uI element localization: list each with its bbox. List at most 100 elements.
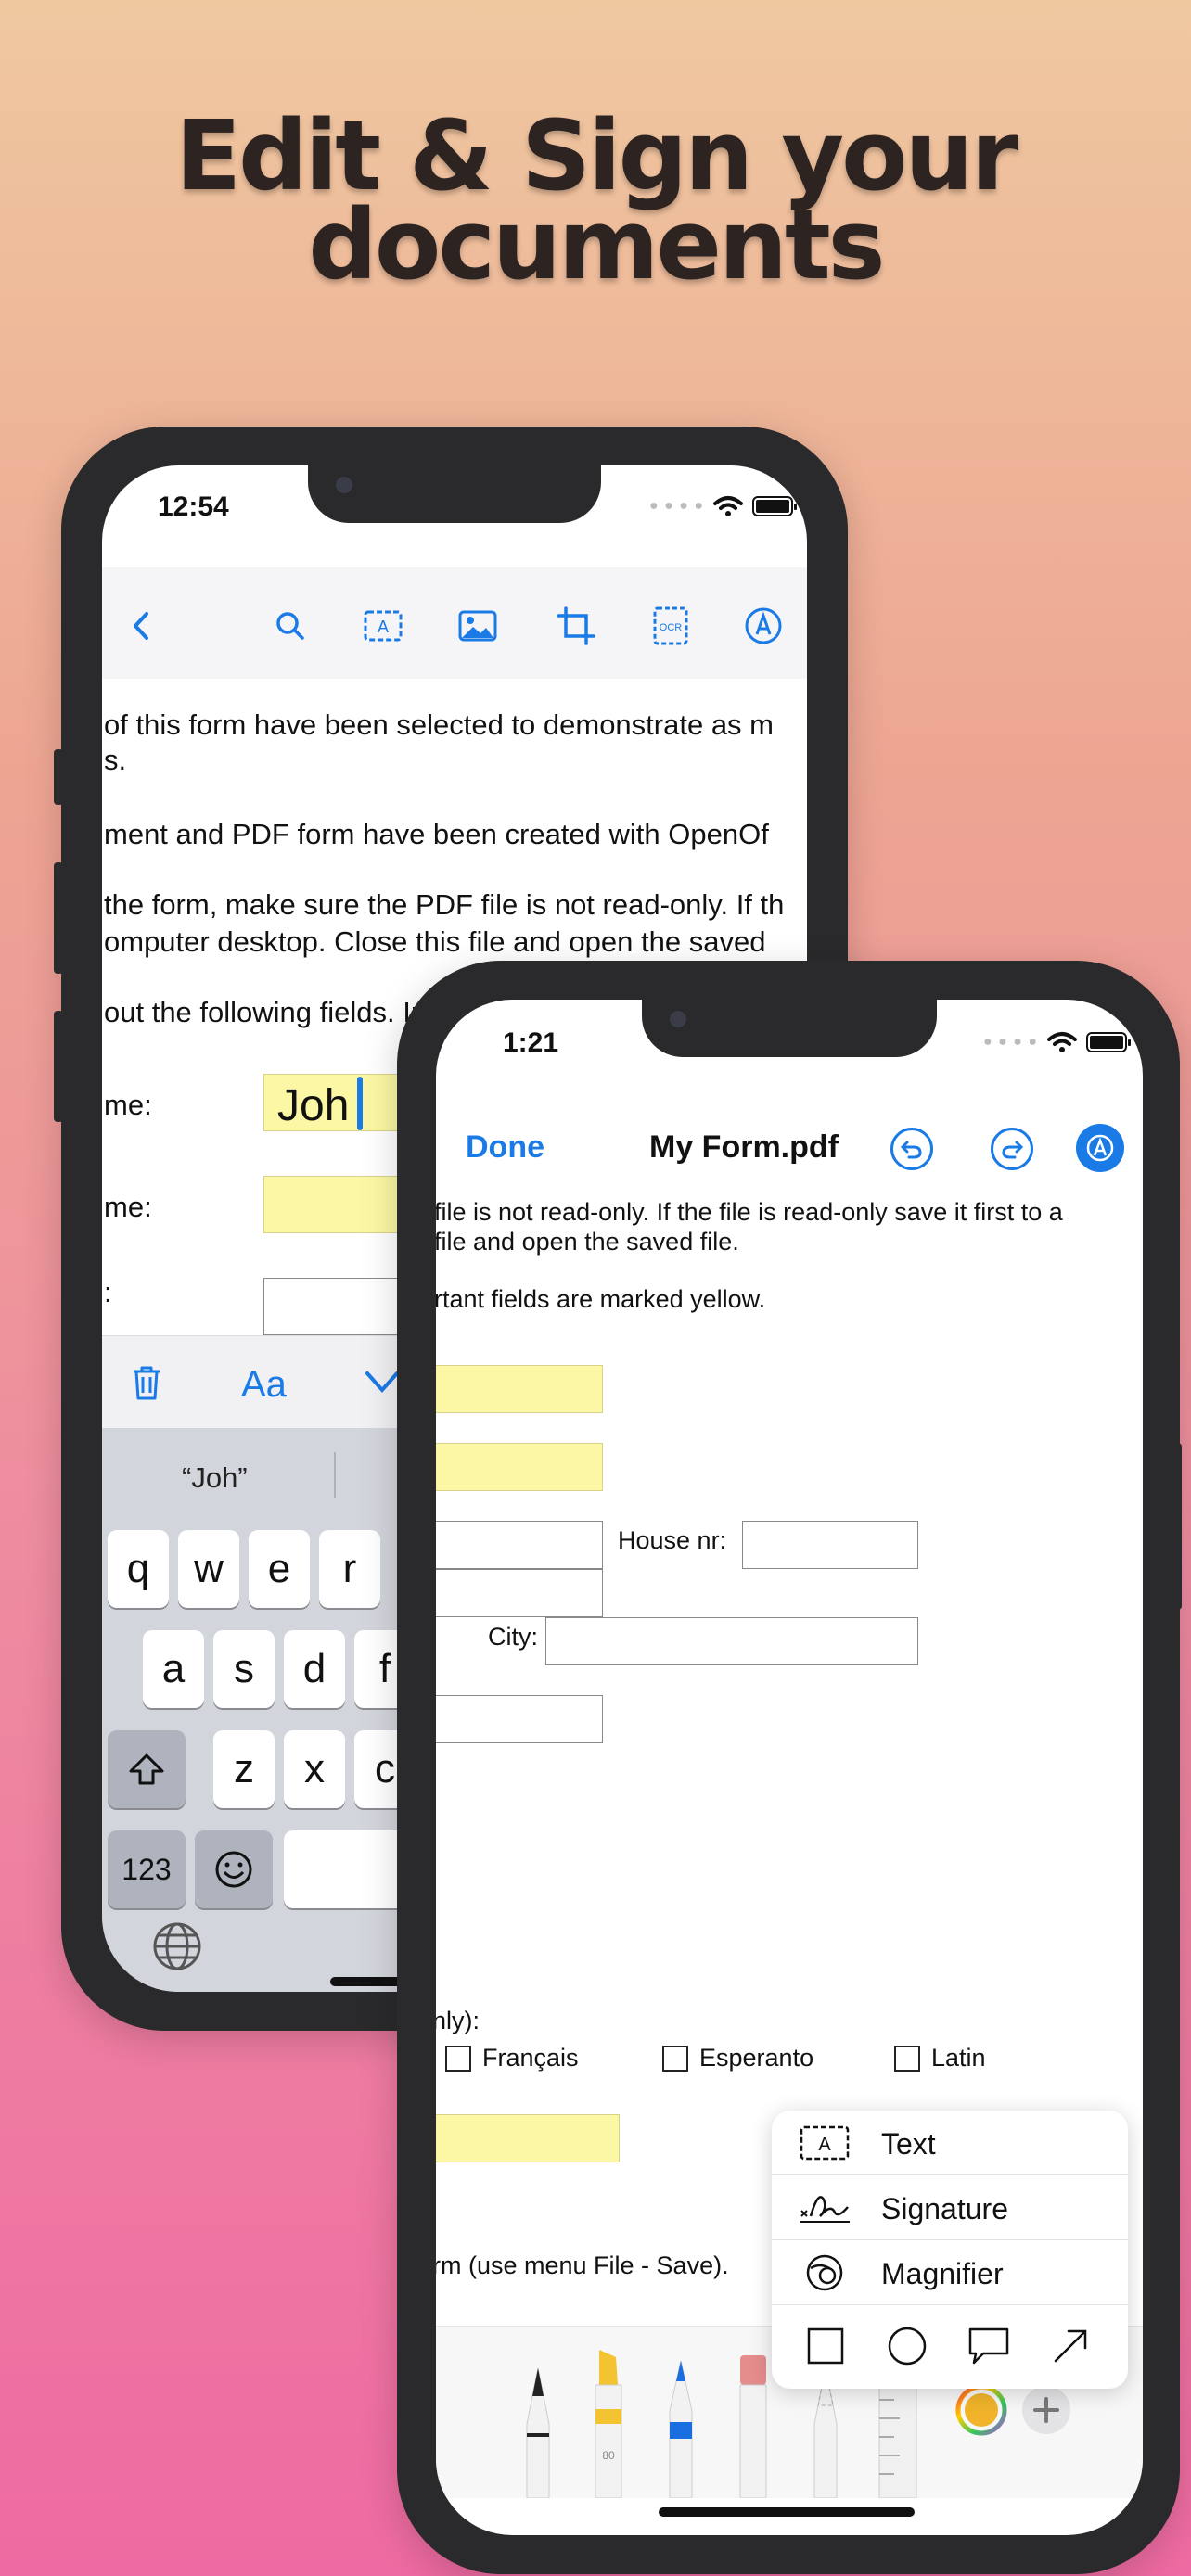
camera-dot (670, 1011, 686, 1027)
back-chevron-icon[interactable] (121, 605, 163, 647)
color-picker-icon[interactable] (955, 2384, 1007, 2436)
yellow-field[interactable] (436, 2114, 620, 2162)
key-z[interactable]: z (213, 1730, 275, 1808)
trash-icon[interactable] (130, 1364, 163, 1401)
menu-item-magnifier[interactable]: Magnifier (772, 2240, 1128, 2305)
undo-icon (900, 1141, 922, 1159)
menu-item-label: Text (881, 2127, 936, 2161)
shape-row (772, 2305, 1128, 2389)
numbers-key[interactable]: 123 (108, 1830, 186, 1908)
key-d[interactable]: d (284, 1630, 345, 1708)
font-button[interactable]: Aa (241, 1364, 287, 1406)
crop-icon[interactable] (555, 605, 597, 647)
signal-dots-icon: ● ● ● ● (649, 498, 704, 514)
yellow-field[interactable] (436, 1443, 603, 1491)
wifi-icon (1047, 1032, 1077, 1052)
battery-icon (752, 496, 797, 516)
checkbox-francais[interactable] (445, 2046, 471, 2072)
add-annotation-menu: A Text Signature Magnifier (772, 2111, 1128, 2389)
highlighter-tool-icon[interactable]: 80 (588, 2344, 629, 2498)
redo-icon (1002, 1141, 1024, 1159)
home-indicator (659, 2507, 915, 2517)
headline: Edit & Sign your documents (0, 99, 1191, 301)
globe-icon[interactable] (150, 1919, 204, 1973)
key-a[interactable]: a (143, 1630, 204, 1708)
front-phone-frame: 1:21 ● ● ● ● Done My Form.pdf file is no… (397, 961, 1182, 2574)
checkbox-esperanto[interactable] (662, 2046, 688, 2072)
checkbox-label: Français (482, 2044, 579, 2072)
city-field[interactable] (545, 1617, 918, 1665)
text-box-icon: A (800, 2125, 850, 2161)
city-label: City: (488, 1623, 538, 1651)
redo-button[interactable] (991, 1128, 1033, 1170)
markup-pen-icon[interactable] (742, 605, 785, 647)
markup-toggle-button[interactable] (1076, 1124, 1124, 1172)
shift-key[interactable] (108, 1730, 186, 1808)
marker-tool-icon[interactable] (660, 2353, 701, 2498)
menu-item-label: Magnifier (881, 2257, 1004, 2290)
key-r[interactable]: r (319, 1530, 380, 1608)
menu-item-label: Signature (881, 2192, 1008, 2225)
checkbox-latin[interactable] (894, 2046, 920, 2072)
svg-text:OCR: OCR (660, 622, 683, 633)
key-q[interactable]: q (108, 1530, 169, 1608)
pen-tool-icon[interactable] (518, 2359, 558, 2498)
doc-line: omputer desktop. Close this file and ope… (104, 925, 766, 958)
markup-pen-icon (1086, 1134, 1114, 1162)
key-s[interactable]: s (213, 1630, 275, 1708)
autocomplete-suggestion[interactable]: “Joh” (182, 1461, 248, 1495)
emoji-key[interactable] (195, 1830, 273, 1908)
signature-icon (800, 2196, 850, 2223)
marker-label: 80 (602, 2449, 615, 2462)
status-icons: ● ● ● ● (983, 1031, 1131, 1053)
field-value: Joh (277, 1081, 350, 1130)
house-nr-field[interactable] (742, 1521, 918, 1569)
mute-switch (54, 749, 63, 805)
ocr-icon[interactable]: OCR (649, 605, 692, 647)
suggestion-divider (334, 1452, 336, 1498)
notch (642, 1000, 937, 1057)
signal-dots-icon: ● ● ● ● (983, 1034, 1038, 1050)
key-w[interactable]: w (178, 1530, 239, 1608)
emoji-icon (215, 1851, 252, 1888)
field-label: me: (104, 1191, 152, 1223)
doc-line: ment and PDF form have been created with… (104, 818, 769, 850)
speech-bubble-icon[interactable] (967, 2324, 1011, 2368)
doc-line: file is not read-only. If the file is re… (436, 1198, 1063, 1226)
house-nr-label: House nr: (618, 1526, 727, 1554)
search-icon[interactable] (269, 605, 312, 647)
yellow-field[interactable] (436, 1365, 603, 1413)
key-e[interactable]: e (249, 1530, 310, 1608)
languages-label: nly): (436, 2007, 480, 2034)
plus-icon (1033, 2397, 1059, 2423)
key-x[interactable]: x (284, 1730, 345, 1808)
undo-button[interactable] (890, 1128, 933, 1170)
doc-line: rm (use menu File - Save). (436, 2251, 729, 2279)
menu-item-signature[interactable]: Signature (772, 2175, 1128, 2240)
doc-line: rtant fields are marked yellow. (436, 1285, 766, 1313)
add-button[interactable] (1022, 2386, 1070, 2434)
chevron-down-icon[interactable] (364, 1368, 401, 1396)
image-icon[interactable] (456, 605, 499, 647)
field-label: me: (104, 1089, 152, 1121)
text-cursor (357, 1077, 363, 1130)
street-field[interactable] (436, 1521, 603, 1569)
square-shape-icon[interactable] (803, 2324, 848, 2368)
eraser-tool-icon[interactable] (733, 2350, 774, 2498)
battery-icon (1086, 1032, 1131, 1052)
status-icons: ● ● ● ● (649, 495, 797, 517)
text-box-icon[interactable]: A (362, 605, 404, 647)
camera-dot (336, 477, 352, 493)
postcode-field[interactable] (436, 1569, 603, 1617)
done-button[interactable]: Done (466, 1129, 544, 1166)
magnifier-icon (806, 2254, 843, 2291)
circle-shape-icon[interactable] (885, 2324, 929, 2368)
headline-line-2: documents (308, 188, 885, 301)
headline-line-1: Edit & Sign your (175, 99, 1018, 212)
svg-text:A: A (818, 2135, 831, 2155)
country-field[interactable] (436, 1695, 603, 1743)
svg-text:A: A (378, 618, 389, 636)
doc-line: s. (104, 744, 127, 776)
arrow-shape-icon[interactable] (1048, 2324, 1093, 2368)
menu-item-text[interactable]: A Text (772, 2111, 1128, 2175)
